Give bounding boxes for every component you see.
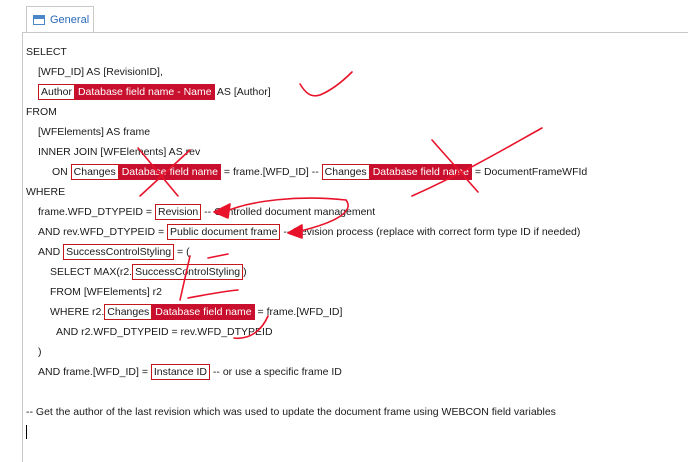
field-variable-value[interactable]: Database field name [152, 304, 255, 320]
field-variable-label[interactable]: Changes [321, 164, 370, 180]
code-line: ON Changes Database field name = frame.[W… [52, 164, 588, 180]
field-variable-value[interactable]: Database field name [118, 164, 222, 180]
code-line: SELECT MAX(r2. SuccessControlStyling) [50, 264, 247, 280]
code-comment: -- Get the author of the last revision w… [26, 406, 556, 418]
code-line: [WFElements] AS frame [38, 126, 151, 138]
window-icon [33, 14, 45, 25]
code-line: SELECT [26, 46, 67, 58]
code-line: [WFD_ID] AS [RevisionID], [38, 66, 163, 78]
code-line: FROM [26, 106, 57, 118]
code-line: ) [38, 346, 42, 358]
text-caret [26, 425, 27, 439]
code-line: AND rev.WFD_DTYPEID = Public document fr… [38, 224, 581, 240]
field-variable-value[interactable]: Database field name - Name [74, 84, 215, 100]
field-variable-label[interactable]: Revision [154, 204, 202, 220]
code-line: frame.WFD_DTYPEID = Revision -- Controll… [38, 204, 376, 220]
field-variable-label[interactable]: SuccessControlStyling [63, 244, 175, 260]
tab-general-label: General [50, 13, 90, 26]
field-variable-label[interactable]: Author [38, 84, 75, 100]
code-line: AND r2.WFD_DTYPEID = rev.WFD_DTYPEID [56, 326, 273, 338]
tab-bar: General [0, 0, 688, 32]
field-variable-label[interactable]: Public document frame [167, 224, 281, 240]
code-line: FROM [WFElements] r2 [50, 286, 163, 298]
tab-general[interactable]: General [26, 6, 94, 32]
field-variable-label[interactable]: SuccessControlStyling [132, 264, 244, 280]
field-variable-value[interactable]: Database field name [369, 164, 472, 180]
code-line: WHERE r2. Changes Database field name = fr… [50, 304, 343, 320]
field-variable-label[interactable]: Changes [104, 304, 153, 320]
code-line: AND SuccessControlStyling = ( [38, 244, 190, 260]
field-variable-label[interactable]: Instance ID [150, 364, 211, 380]
code-line: AND frame.[WFD_ID] = Instance ID -- or u… [38, 364, 342, 380]
field-variable-label[interactable]: Changes [70, 164, 119, 180]
code-line: INNER JOIN [WFElements] AS rev [38, 146, 201, 158]
code-line: Author Database field name - Name AS [Aut… [38, 84, 271, 100]
code-line: WHERE [26, 186, 66, 198]
